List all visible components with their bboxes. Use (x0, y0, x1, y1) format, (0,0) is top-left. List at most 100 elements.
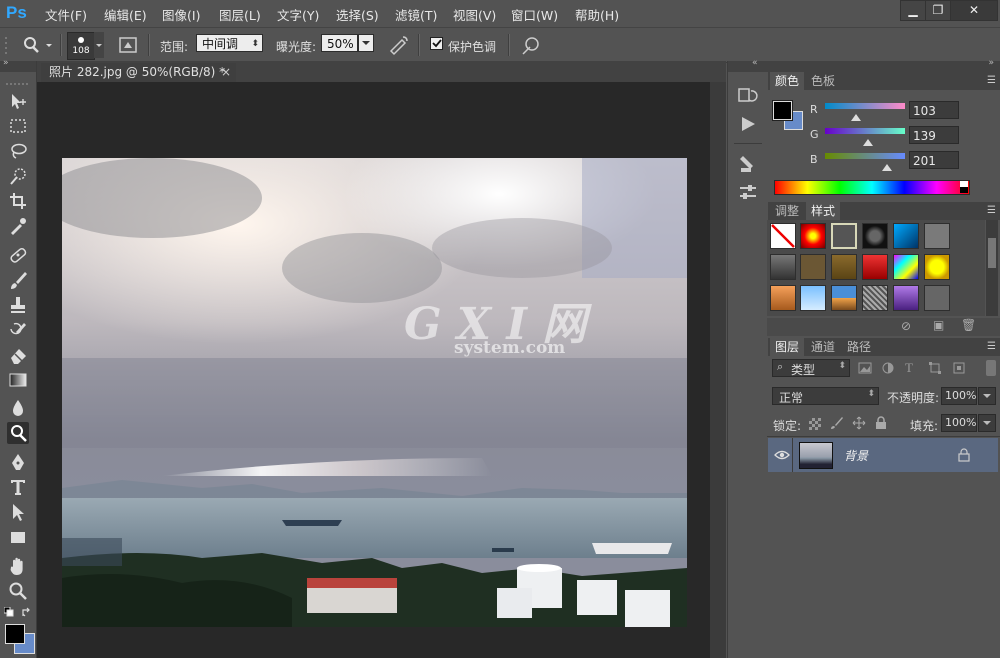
lock-transparent-icon[interactable] (809, 418, 821, 430)
layer-thumbnail[interactable] (799, 442, 833, 469)
brush-dropdown-button[interactable] (94, 32, 104, 58)
style-none-swatch[interactable] (770, 223, 796, 249)
menu-image[interactable]: 图像(I) (162, 5, 200, 24)
clone-stamp-tool-icon[interactable] (7, 294, 29, 316)
styles-scrollbar[interactable] (986, 220, 998, 316)
type-tool-icon[interactable] (7, 476, 29, 498)
close-window-button[interactable]: ✕ (950, 0, 998, 21)
eyedropper-tool-icon[interactable] (7, 215, 29, 237)
style-swatch[interactable] (831, 254, 857, 280)
style-swatch[interactable] (862, 285, 888, 311)
layer-row[interactable]: 背景 (768, 438, 998, 472)
brush-panel-icon[interactable] (118, 36, 138, 54)
style-swatch[interactable] (800, 285, 826, 311)
marquee-tool-icon[interactable] (7, 115, 29, 137)
menu-file[interactable]: 文件(F) (45, 5, 87, 24)
icon-strip-header[interactable]: « (728, 58, 768, 72)
panel-foreground-color[interactable] (772, 100, 793, 121)
tab-swatches[interactable]: 色板 (806, 72, 840, 90)
b-value-input[interactable]: 201 (909, 151, 959, 169)
move-tool-icon[interactable] (7, 90, 29, 112)
actions-panel-icon[interactable] (737, 113, 759, 135)
r-value-input[interactable]: 103 (909, 101, 959, 119)
foreground-color-swatch[interactable] (5, 624, 25, 644)
style-swatch[interactable] (862, 254, 888, 280)
menu-window[interactable]: 窗口(W) (511, 5, 558, 24)
style-swatch[interactable] (924, 285, 950, 311)
blend-mode-select[interactable]: 正常 ⬍ (772, 387, 879, 405)
close-tab-icon[interactable]: × (221, 63, 231, 82)
minimize-button[interactable]: ▁ (900, 0, 926, 21)
brush-tool-icon[interactable] (7, 269, 29, 291)
tools-panel-header[interactable]: » (0, 58, 36, 72)
layer-name[interactable]: 背景 (844, 447, 868, 464)
menu-view[interactable]: 视图(V) (453, 5, 496, 24)
crop-tool-icon[interactable] (7, 190, 29, 212)
tool-preset-picker[interactable] (20, 35, 54, 55)
panel-menu-icon[interactable]: ☰ (987, 75, 996, 86)
tool-presets-icon[interactable] (737, 153, 759, 175)
tab-channels[interactable]: 通道 (806, 338, 840, 356)
filter-shape-icon[interactable] (928, 361, 942, 375)
style-swatch[interactable] (862, 223, 888, 249)
style-swatch[interactable] (770, 285, 796, 311)
tab-layers[interactable]: 图层 (770, 338, 805, 356)
b-slider[interactable] (825, 153, 905, 159)
properties-panel-icon[interactable] (737, 181, 759, 203)
panel-menu-icon[interactable]: ☰ (987, 205, 996, 216)
tab-styles[interactable]: 样式 (806, 202, 841, 220)
style-swatch[interactable] (893, 285, 919, 311)
scrollbar-thumb[interactable] (988, 238, 996, 268)
document-tab[interactable]: 照片 282.jpg @ 50%(RGB/8) * × (41, 63, 236, 82)
opacity-dropdown-button[interactable] (978, 387, 996, 405)
g-slider-thumb[interactable] (863, 135, 873, 149)
gradient-tool-icon[interactable] (7, 369, 29, 391)
visibility-eye-icon[interactable] (774, 448, 790, 462)
menu-edit[interactable]: 编辑(E) (104, 5, 147, 24)
r-slider-thumb[interactable] (851, 110, 861, 124)
range-select[interactable]: 中间调 ⬍ (196, 34, 263, 52)
style-swatch[interactable] (831, 223, 857, 249)
lock-position-icon[interactable] (852, 416, 866, 430)
exposure-dropdown-button[interactable] (358, 34, 374, 52)
style-swatch[interactable] (800, 254, 826, 280)
layer-filter-select[interactable]: ⌕ 类型 ⬍ (772, 359, 850, 377)
filter-type-icon[interactable]: T (905, 360, 919, 375)
color-spectrum-bar[interactable] (774, 180, 970, 195)
filter-toggle-switch[interactable] (986, 360, 996, 376)
fill-input[interactable]: 100% (941, 414, 977, 432)
menu-select[interactable]: 选择(S) (336, 5, 379, 24)
style-swatch[interactable] (893, 254, 919, 280)
history-brush-tool-icon[interactable] (7, 319, 29, 341)
opacity-input[interactable]: 100% (941, 387, 977, 405)
swap-colors-icon[interactable] (22, 606, 32, 617)
style-swatch[interactable] (924, 223, 950, 249)
menu-help[interactable]: 帮助(H) (575, 5, 619, 24)
lock-pixels-icon[interactable] (830, 416, 844, 430)
style-swatch[interactable] (924, 254, 950, 280)
style-swatch[interactable] (800, 223, 826, 249)
filter-smart-object-icon[interactable] (952, 361, 966, 375)
pen-tool-icon[interactable] (7, 451, 29, 473)
brush-preset[interactable]: 108 (67, 32, 95, 60)
default-colors-icon[interactable] (3, 606, 14, 617)
blur-tool-icon[interactable] (7, 397, 29, 419)
fill-dropdown-button[interactable] (978, 414, 996, 432)
b-slider-thumb[interactable] (882, 160, 892, 174)
exposure-input[interactable]: 50% (321, 34, 358, 52)
dodge-tool-icon[interactable] (7, 422, 29, 444)
restore-button[interactable]: ❐ (925, 0, 951, 21)
panel-menu-icon[interactable]: ☰ (987, 341, 996, 352)
path-selection-tool-icon[interactable] (7, 501, 29, 523)
filter-pixel-icon[interactable] (858, 361, 872, 375)
history-panel-icon[interactable] (737, 85, 759, 107)
vertical-scrollbar[interactable] (710, 82, 726, 658)
zoom-tool-icon[interactable] (7, 580, 29, 602)
lock-all-icon[interactable] (874, 416, 888, 430)
spectrum-black-swatch[interactable] (960, 187, 968, 193)
rectangle-tool-icon[interactable] (7, 526, 29, 548)
protect-tones-checkbox[interactable] (430, 37, 443, 50)
style-swatch[interactable] (770, 254, 796, 280)
hand-tool-icon[interactable] (7, 555, 29, 577)
tab-color[interactable]: 颜色 (770, 72, 805, 90)
